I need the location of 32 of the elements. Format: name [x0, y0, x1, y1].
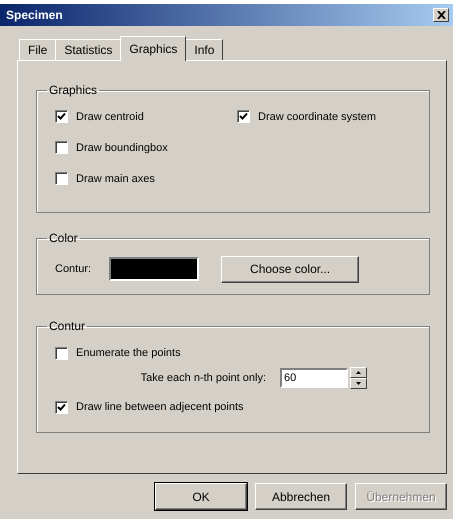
tab[interactable]: Graphics [120, 36, 186, 61]
number-field[interactable]: 60 [280, 368, 348, 388]
checkbox-label: Draw centroid [76, 110, 144, 122]
checkbox-label: Draw main axes [76, 172, 155, 184]
checkbox[interactable] [55, 400, 68, 414]
checkbox[interactable] [55, 172, 68, 185]
group-title: Color [48, 231, 79, 245]
spin-down-button[interactable] [350, 378, 367, 389]
tab[interactable]: File [19, 39, 56, 60]
checkbox-label: Enumerate the points [76, 347, 181, 359]
field-label: Take each n-th point only: [140, 372, 266, 384]
group-title: Contur [48, 319, 86, 333]
checkbox-label: Draw line between adjecent points [76, 401, 244, 413]
down-arrow-icon [356, 382, 361, 385]
tab[interactable]: Info [185, 39, 224, 60]
close-icon [436, 11, 446, 19]
tab[interactable]: Statistics [55, 39, 122, 60]
checkbox-label: Draw boundingbox [76, 142, 168, 154]
dialog-button[interactable]: OK [155, 483, 247, 510]
choose-color-button[interactable]: Choose color... [221, 256, 360, 282]
window-title: Specimen [6, 8, 63, 22]
checkbox[interactable] [237, 110, 250, 123]
up-arrow-icon [356, 371, 361, 374]
group-title: Graphics [48, 83, 98, 97]
checkbox[interactable] [55, 110, 68, 123]
spin-up-button[interactable] [350, 367, 367, 378]
field-label: Contur: [55, 263, 92, 275]
close-button[interactable] [433, 8, 449, 22]
checkbox-label: Draw coordinate system [258, 110, 376, 122]
checkbox[interactable] [55, 141, 68, 154]
checkbox[interactable] [55, 346, 68, 360]
dialog-button[interactable]: Abbrechen [255, 483, 347, 510]
